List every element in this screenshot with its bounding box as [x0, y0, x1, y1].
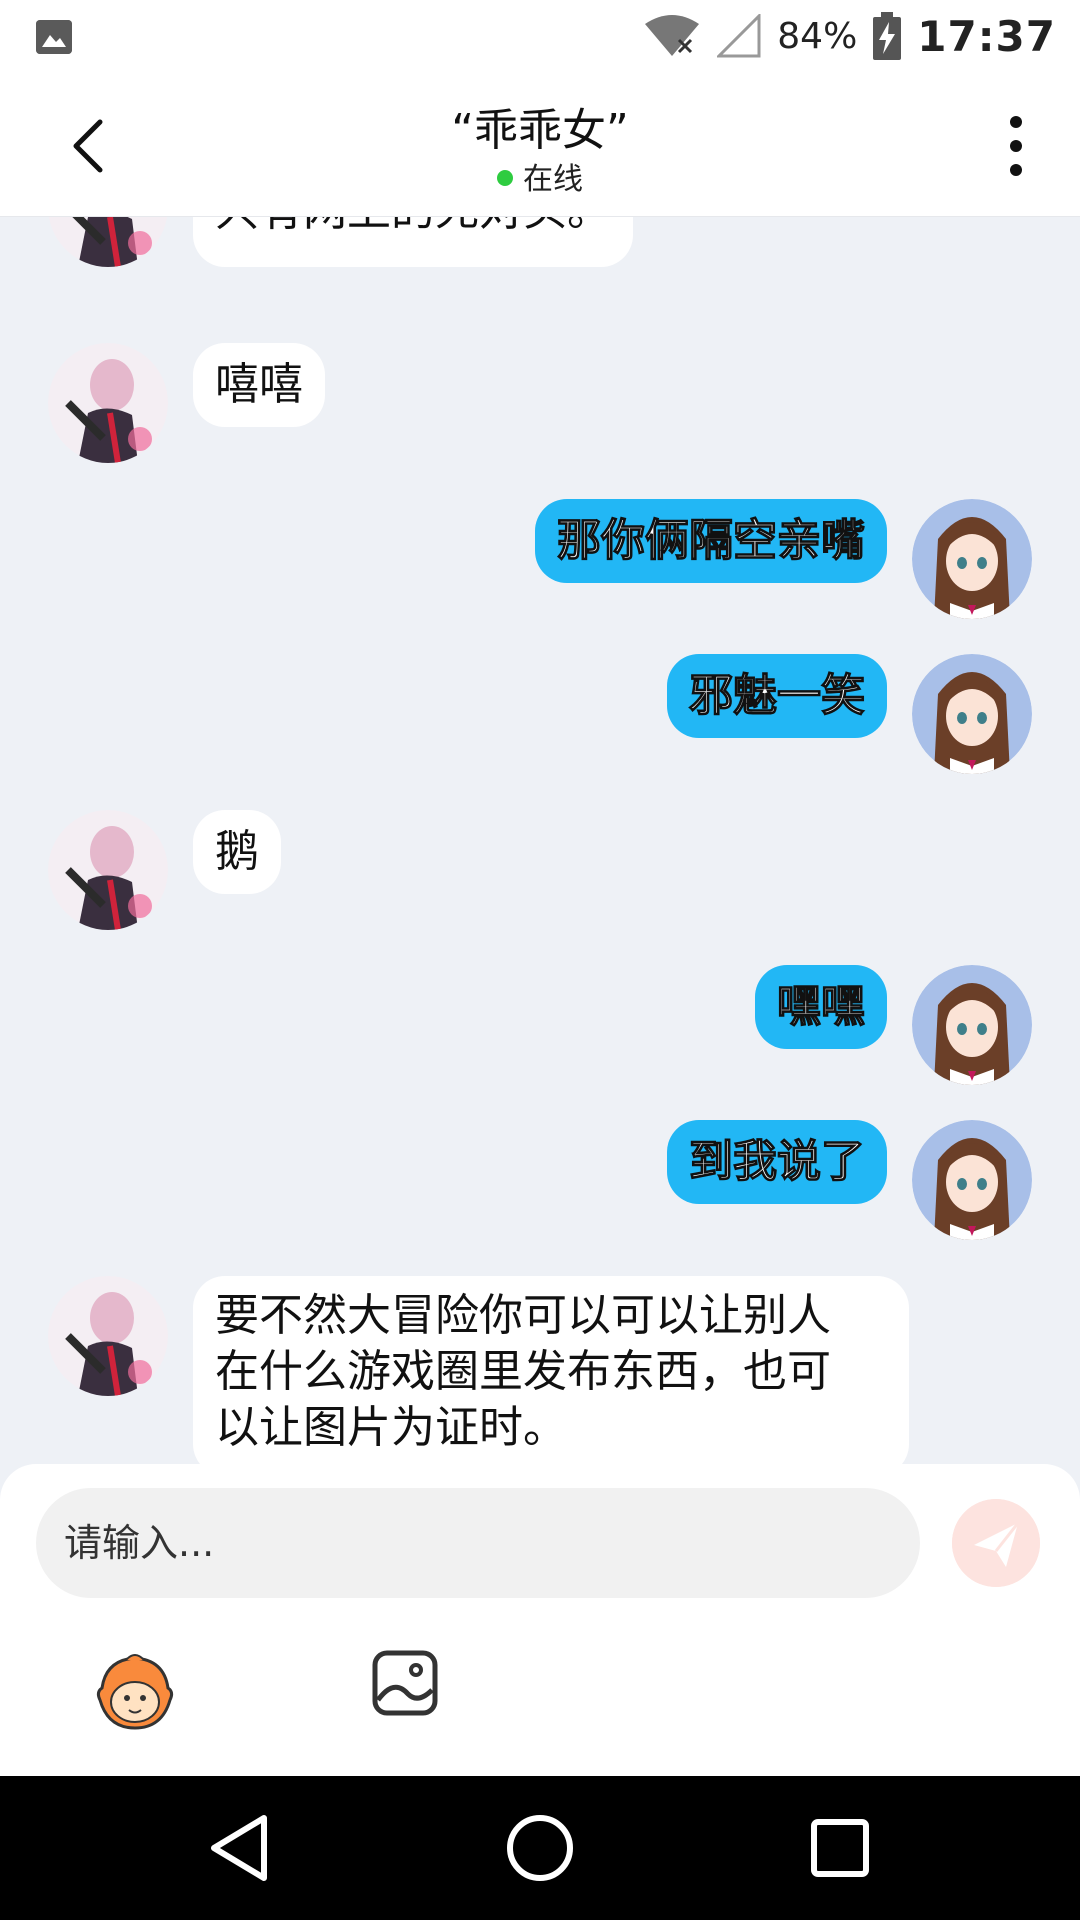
message-bubble-incoming[interactable]: 只有网上的死对头。: [193, 217, 633, 267]
status-bar: 84% 17:37: [0, 0, 1080, 72]
user-avatar[interactable]: [912, 499, 1032, 619]
message-row: 要不然大冒险你可以可以让别人 在什么游戏圈里发布东西，也可 以让图片为证时。: [0, 1276, 1080, 1464]
nav-back-icon[interactable]: [202, 1810, 278, 1886]
contact-name: “乖乖女”: [451, 105, 629, 156]
user-avatar[interactable]: [912, 1120, 1032, 1240]
wifi-off-icon: [645, 15, 700, 56]
nav-recents-icon[interactable]: [802, 1810, 878, 1886]
message-list[interactable]: 只有网上的死对头。 嘻嘻 那你俩隔空亲嘴: [0, 217, 1080, 1464]
message-row: 鹅: [0, 810, 1080, 930]
message-bubble-outgoing[interactable]: 到我说了: [667, 1120, 887, 1204]
composer: [0, 1464, 1080, 1776]
message-bubble-incoming[interactable]: 嘻嘻: [193, 343, 325, 427]
contact-avatar[interactable]: [48, 343, 168, 463]
message-row: 到我说了: [0, 1120, 1080, 1240]
battery-percentage: 84%: [777, 15, 858, 57]
message-row: 嘻嘻: [0, 343, 1080, 463]
status-right: 84% 17:37: [643, 10, 1056, 62]
nav-home-icon[interactable]: [502, 1810, 578, 1886]
message-bubble-incoming[interactable]: 要不然大冒险你可以可以让别人 在什么游戏圈里发布东西，也可 以让图片为证时。: [193, 1276, 909, 1464]
online-dot-icon: [497, 169, 513, 186]
message-input[interactable]: [36, 1488, 920, 1598]
emoji-icon[interactable]: [92, 1648, 178, 1734]
send-icon[interactable]: [952, 1499, 1040, 1587]
message-bubble-incoming[interactable]: 鹅: [193, 810, 281, 894]
message-row: 邪魅一笑: [0, 654, 1080, 774]
user-avatar[interactable]: [912, 654, 1032, 774]
image-icon[interactable]: [372, 1650, 438, 1716]
chat-screen: 84% 17:37 “乖乖女” 在线 嘻嘻 那你俩隔空亲嘴 邪魅一笑 鹅 嘿嘿 …: [0, 0, 1080, 1920]
contact-avatar[interactable]: [48, 217, 168, 267]
signal-icon: [717, 14, 761, 58]
message-row: 只有网上的死对头。: [0, 217, 1080, 277]
battery-charging-icon: [873, 12, 902, 60]
contact-avatar[interactable]: [48, 810, 168, 930]
chat-header: “乖乖女” 在线: [0, 72, 1080, 217]
clock: 17:37: [917, 11, 1056, 61]
online-status: 在线: [0, 154, 1080, 198]
message-bubble-outgoing[interactable]: 那你俩隔空亲嘴: [535, 499, 887, 583]
gallery-notification-icon: [36, 20, 72, 54]
message-bubble-outgoing[interactable]: 邪魅一笑: [667, 654, 887, 738]
navigation-bar: [0, 1776, 1080, 1920]
contact-avatar[interactable]: [48, 1276, 168, 1396]
online-status-label: 在线: [523, 162, 583, 197]
more-vert-icon[interactable]: [992, 112, 1040, 180]
message-row: 嘿嘿: [0, 965, 1080, 1085]
message-row: 那你俩隔空亲嘴: [0, 499, 1080, 619]
user-avatar[interactable]: [912, 965, 1032, 1085]
message-bubble-outgoing[interactable]: 嘿嘿: [755, 965, 887, 1049]
